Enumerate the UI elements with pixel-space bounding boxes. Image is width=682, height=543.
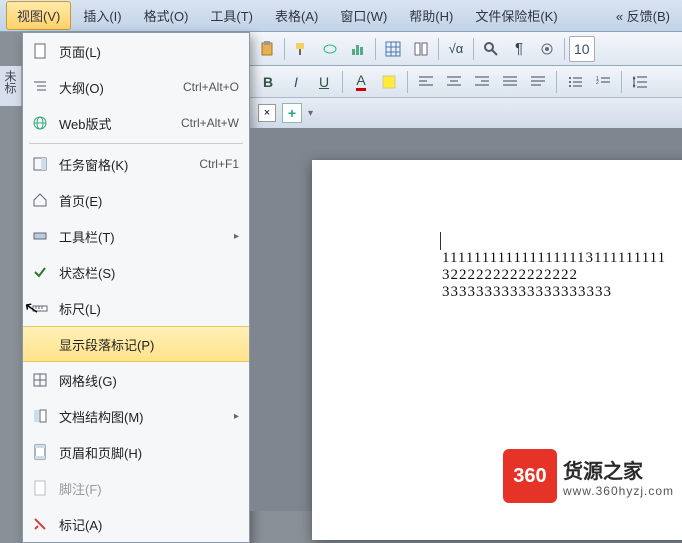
dd-task-pane[interactable]: 任务窗格(K) Ctrl+F1 — [23, 146, 249, 182]
italic-button[interactable]: I — [284, 70, 308, 94]
settings-icon[interactable] — [534, 36, 560, 62]
line-spacing-button[interactable] — [628, 70, 652, 94]
format-toolbar: B I U A 12 — [250, 66, 682, 98]
dd-toolbar[interactable]: 工具栏(T) ▸ — [23, 218, 249, 254]
check-icon — [29, 261, 51, 283]
tab-strip: × + ▾ — [250, 98, 682, 128]
watermark-title: 货源之家 — [563, 455, 674, 484]
dd-ruler[interactable]: 标尺(L) — [23, 290, 249, 326]
menu-view[interactable]: 视图(V) — [6, 1, 71, 30]
font-color-button[interactable]: A — [349, 70, 373, 94]
number-list-button[interactable]: 12 — [591, 70, 615, 94]
page-icon — [29, 40, 51, 62]
tab-close-button[interactable]: × — [258, 104, 276, 122]
grid-icon — [29, 369, 51, 391]
watermark-url: www.360hyzj.com — [563, 484, 674, 498]
dd-outline[interactable]: 大纲(O) Ctrl+Alt+O — [23, 69, 249, 105]
text-cursor — [440, 232, 441, 250]
bullet-list-button[interactable] — [563, 70, 587, 94]
watermark-badge: 360 — [503, 449, 557, 503]
toolbar-icon — [29, 225, 51, 247]
submenu-arrow-icon: ▸ — [234, 411, 239, 422]
feedback-link[interactable]: « 反馈(B) — [610, 4, 676, 27]
align-right-button[interactable] — [470, 70, 494, 94]
dd-status-bar[interactable]: 状态栏(S) — [23, 254, 249, 290]
align-center-button[interactable] — [442, 70, 466, 94]
insert-chart-icon[interactable] — [345, 36, 371, 62]
insert-shape-icon[interactable] — [317, 36, 343, 62]
menu-insert[interactable]: 插入(I) — [73, 2, 131, 29]
para-icon — [29, 333, 51, 355]
menubar: 视图(V) 插入(I) 格式(O) 工具(T) 表格(A) 窗口(W) 帮助(H… — [0, 0, 682, 32]
paragraph-mark-icon[interactable]: ¶ — [506, 36, 532, 62]
format-painter-icon[interactable] — [289, 36, 315, 62]
dd-show-paragraph-marks[interactable]: 显示段落标记(P) — [23, 326, 249, 362]
dd-document-map[interactable]: 文档结构图(M) ▸ — [23, 398, 249, 434]
main-toolbar: √α ¶ 10 — [250, 32, 682, 66]
dd-header-footer[interactable]: 页眉和页脚(H) — [23, 434, 249, 470]
insert-table-icon[interactable] — [380, 36, 406, 62]
dd-gridlines[interactable]: 网格线(G) — [23, 362, 249, 398]
menu-format[interactable]: 格式(O) — [134, 2, 199, 29]
highlight-button[interactable] — [377, 70, 401, 94]
left-panel-label: 未标 — [0, 66, 22, 106]
dd-web-layout[interactable]: Web版式 Ctrl+Alt+W — [23, 105, 249, 141]
home-icon — [29, 189, 51, 211]
footnote-icon — [29, 477, 51, 499]
underline-button[interactable]: U — [312, 70, 336, 94]
menu-help[interactable]: 帮助(H) — [399, 2, 463, 29]
find-icon[interactable] — [478, 36, 504, 62]
document-line: 1111111111111111113111111111 — [442, 250, 682, 267]
watermark: 360 货源之家 www.360hyzj.com — [503, 449, 674, 503]
align-justify-button[interactable] — [498, 70, 522, 94]
docmap-icon — [29, 405, 51, 427]
columns-icon[interactable] — [408, 36, 434, 62]
document-line: 3222222222222222 — [442, 267, 682, 284]
markup-icon — [29, 513, 51, 535]
dd-footnote: 脚注(F) — [23, 470, 249, 506]
document-line: 33333333333333333333 — [442, 284, 682, 301]
taskpane-icon — [29, 153, 51, 175]
align-left-button[interactable] — [414, 70, 438, 94]
dd-home[interactable]: 首页(E) — [23, 182, 249, 218]
headerfooter-icon — [29, 441, 51, 463]
tab-add-button[interactable]: + — [282, 103, 302, 123]
submenu-arrow-icon: ▸ — [234, 231, 239, 242]
paste-icon[interactable] — [254, 36, 280, 62]
dd-markup[interactable]: 标记(A) — [23, 506, 249, 542]
menu-tools[interactable]: 工具(T) — [200, 2, 263, 29]
menu-table[interactable]: 表格(A) — [265, 2, 328, 29]
svg-text:2: 2 — [596, 80, 599, 86]
dd-page-layout[interactable]: 页面(L) — [23, 33, 249, 69]
equation-icon[interactable]: √α — [443, 36, 469, 62]
align-distribute-button[interactable] — [526, 70, 550, 94]
font-size-value[interactable]: 10 — [569, 36, 595, 62]
dd-separator — [29, 143, 243, 144]
menu-filevault[interactable]: 文件保险柜(K) — [465, 2, 567, 29]
menu-window[interactable]: 窗口(W) — [330, 2, 397, 29]
web-icon — [29, 112, 51, 134]
bold-button[interactable]: B — [256, 70, 280, 94]
outline-icon — [29, 76, 51, 98]
view-dropdown: 页面(L) 大纲(O) Ctrl+Alt+O Web版式 Ctrl+Alt+W … — [22, 32, 250, 543]
